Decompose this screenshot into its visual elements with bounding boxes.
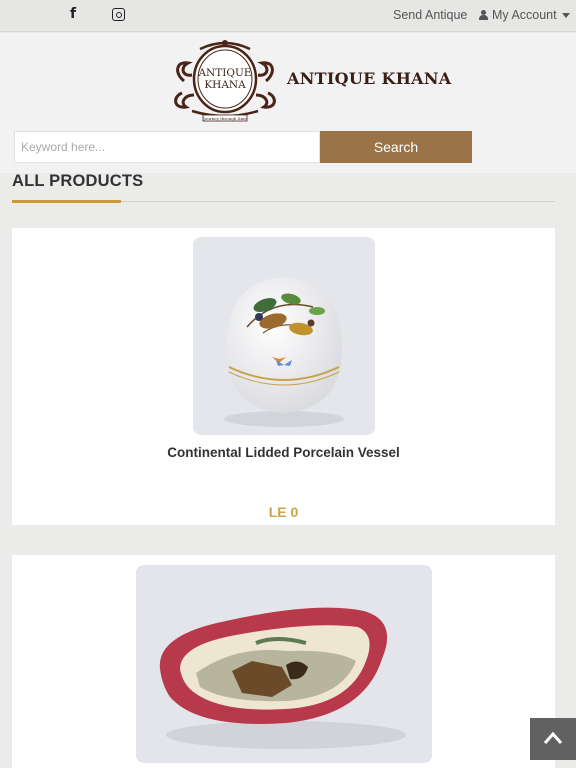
product-name[interactable]: Continental Lidded Porcelain Vessel (12, 445, 555, 460)
facebook-icon[interactable]: f (70, 6, 76, 22)
section-title: ALL PRODUCTS (12, 172, 144, 190)
instagram-icon[interactable] (112, 8, 125, 21)
search-input[interactable] (14, 131, 320, 163)
section-accent-underline (12, 200, 121, 203)
brand-name: ANTIQUE KHANA (287, 69, 452, 88)
product-image[interactable] (193, 237, 375, 435)
user-icon (479, 10, 488, 20)
back-to-top-button[interactable] (530, 718, 576, 760)
svg-text:ANTIQUE: ANTIQUE (197, 67, 251, 79)
product-card[interactable]: Continental Lidded Porcelain Vessel LE 0 (12, 228, 555, 525)
painted-dish-image (136, 565, 432, 763)
top-bar: f Send Antique My Account (0, 0, 576, 32)
chevron-up-icon (543, 731, 563, 744)
my-account-menu[interactable]: My Account (479, 8, 570, 22)
site-header: ANTIQUE KHANA Journey through time ANTIQ… (0, 33, 576, 173)
send-antique-link[interactable]: Send Antique (393, 8, 467, 22)
caret-down-icon (561, 12, 570, 18)
porcelain-vessel-image (193, 237, 375, 435)
svg-text:Journey through time: Journey through time (202, 116, 247, 121)
search-button[interactable]: Search (320, 131, 472, 163)
product-card[interactable] (12, 555, 555, 768)
site-logo[interactable]: ANTIQUE KHANA Journey through time (170, 37, 280, 123)
product-price: LE 0 (268, 504, 299, 520)
logo-emblem-icon: ANTIQUE KHANA Journey through time (174, 40, 276, 122)
svg-text:KHANA: KHANA (204, 79, 246, 91)
product-image[interactable] (136, 565, 432, 763)
my-account-label: My Account (492, 8, 557, 22)
